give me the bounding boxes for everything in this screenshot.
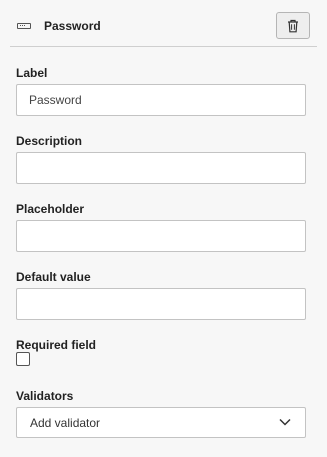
field-title: Password	[44, 19, 101, 33]
add-validator-text: Add validator	[30, 416, 101, 430]
required-field-checkbox[interactable]	[16, 352, 30, 366]
add-validator-select[interactable]: Add validator	[16, 407, 306, 438]
placeholder-input[interactable]	[16, 220, 306, 252]
field-header: Password	[10, 8, 317, 47]
label-input[interactable]	[16, 84, 306, 116]
required-field-label: Required field	[16, 338, 97, 352]
default-value-field-label: Default value	[16, 270, 91, 284]
trash-icon	[288, 19, 298, 32]
chevron-down-icon	[279, 418, 291, 426]
label-field-label: Label	[16, 66, 48, 80]
description-input[interactable]	[16, 152, 306, 184]
password-field-icon	[17, 23, 31, 29]
validators-label: Validators	[16, 389, 74, 403]
description-field-label: Description	[16, 134, 83, 148]
default-value-input[interactable]	[16, 288, 306, 320]
delete-button[interactable]	[276, 12, 310, 39]
placeholder-field-label: Placeholder	[16, 202, 85, 216]
